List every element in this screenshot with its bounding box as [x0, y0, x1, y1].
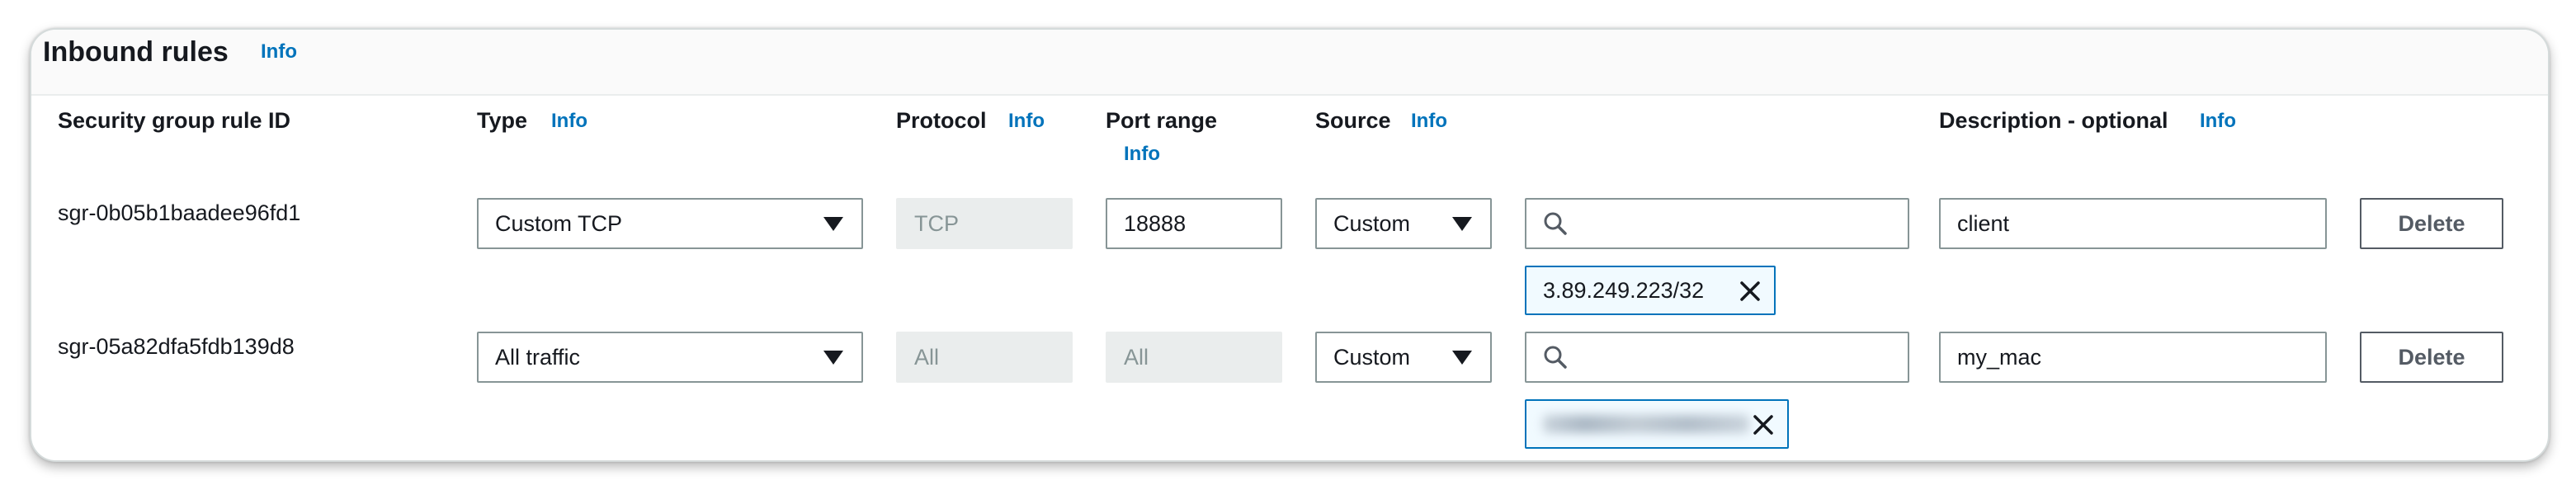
- protocol-field: TCP: [896, 198, 1073, 249]
- header-type: Type: [477, 108, 528, 133]
- port-range-info-link[interactable]: Info: [1124, 142, 1160, 167]
- type-select[interactable]: Custom TCP: [477, 198, 863, 249]
- rule-id: sgr-0b05b1baadee96fd1: [58, 200, 301, 225]
- caret-down-icon: [823, 351, 843, 365]
- protocol-info-link[interactable]: Info: [1008, 109, 1045, 134]
- protocol-field: All: [896, 332, 1073, 383]
- source-select-value: Custom: [1333, 345, 1411, 370]
- source-info-link[interactable]: Info: [1411, 109, 1447, 134]
- header-description: Description - optional: [1939, 108, 2168, 133]
- delete-rule-button[interactable]: Delete: [2360, 332, 2503, 383]
- description-input[interactable]: my_mac: [1939, 332, 2327, 383]
- close-icon[interactable]: [1751, 412, 1776, 437]
- close-icon[interactable]: [1738, 279, 1762, 304]
- port-range-field: All: [1106, 332, 1282, 383]
- inbound-rules-panel: Inbound rules Info Security group rule I…: [30, 28, 2550, 462]
- delete-rule-button[interactable]: Delete: [2360, 198, 2503, 249]
- source-select[interactable]: Custom: [1315, 198, 1492, 249]
- source-token: [1525, 399, 1789, 449]
- header-port-range: Port range: [1106, 108, 1218, 133]
- panel-title: Inbound rules: [43, 36, 229, 68]
- rule-id: sgr-05a82dfa5fdb139d8: [58, 334, 295, 359]
- panel-header: [31, 30, 2548, 96]
- redacted-source-token: [1543, 415, 1749, 433]
- port-range-input[interactable]: 18888: [1106, 198, 1282, 249]
- source-select-value: Custom: [1333, 211, 1411, 236]
- source-token-label: 3.89.249.223/32: [1543, 278, 1705, 303]
- header-source: Source: [1315, 108, 1391, 133]
- caret-down-icon: [1452, 217, 1472, 231]
- caret-down-icon: [823, 217, 843, 231]
- header-rule-id: Security group rule ID: [58, 108, 291, 133]
- type-select[interactable]: All traffic: [477, 332, 863, 383]
- search-icon: [1544, 212, 1567, 235]
- search-icon: [1544, 346, 1567, 369]
- description-info-link[interactable]: Info: [2200, 109, 2236, 134]
- caret-down-icon: [1452, 351, 1472, 365]
- title-info-link[interactable]: Info: [261, 40, 297, 64]
- type-select-value: All traffic: [495, 345, 581, 370]
- description-input[interactable]: client: [1939, 198, 2327, 249]
- header-protocol: Protocol: [896, 108, 987, 133]
- source-search-input[interactable]: [1525, 332, 1909, 383]
- source-search-input[interactable]: [1525, 198, 1909, 249]
- type-select-value: Custom TCP: [495, 211, 623, 236]
- source-token: 3.89.249.223/32: [1525, 266, 1776, 315]
- source-select[interactable]: Custom: [1315, 332, 1492, 383]
- type-info-link[interactable]: Info: [551, 109, 587, 134]
